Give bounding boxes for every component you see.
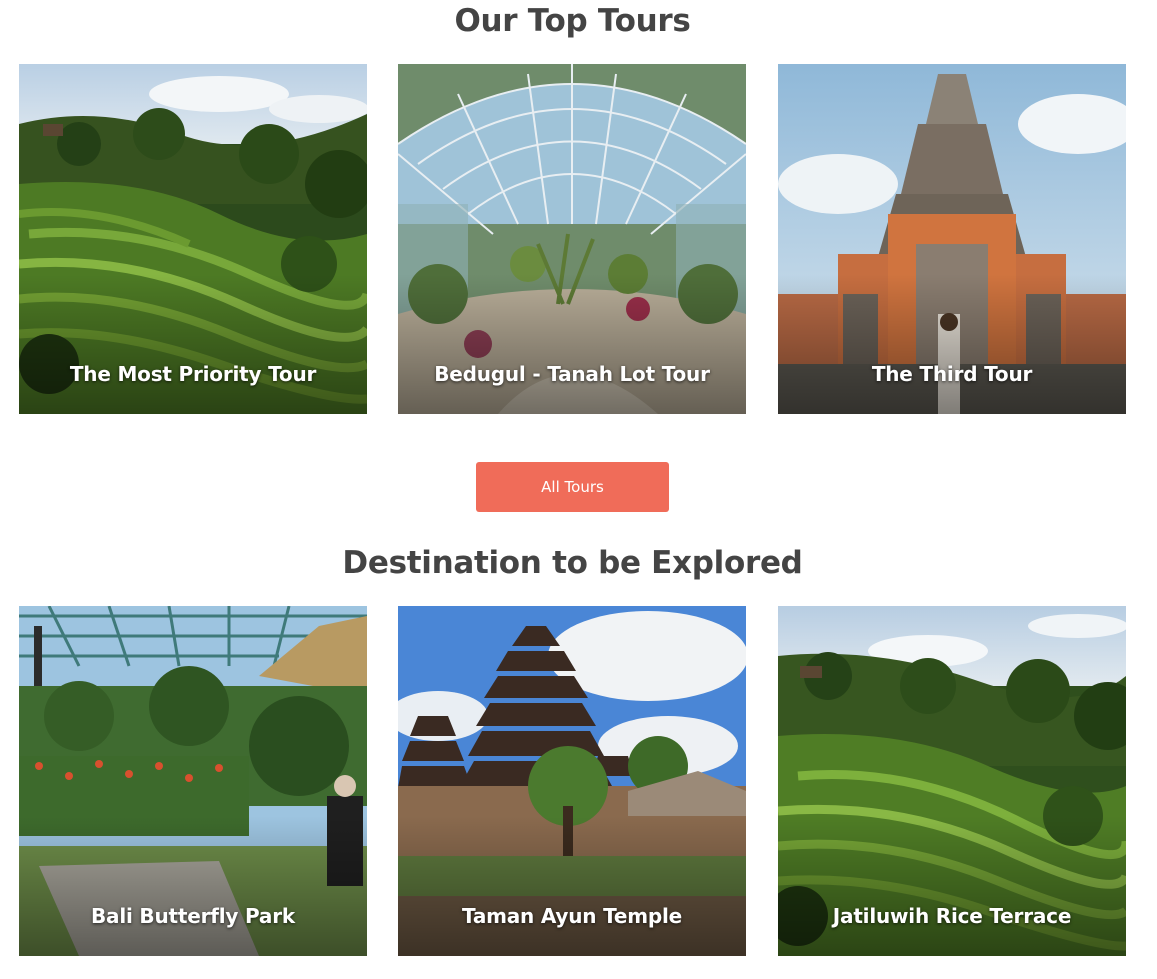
page: Our Top Tours The Most Priority Tour Bed… [0, 0, 1157, 979]
tour-card-title: The Third Tour [871, 362, 1033, 386]
destination-card-title: Taman Ayun Temple [461, 904, 683, 928]
caption-overlay [398, 816, 746, 956]
tour-card-title: Bedugul - Tanah Lot Tour [434, 362, 710, 386]
caption-overlay [778, 274, 1126, 414]
tour-card-title: The Most Priority Tour [69, 362, 317, 386]
tour-card-2[interactable]: Bedugul - Tanah Lot Tour [398, 64, 746, 414]
destination-card-title: Jatiluwih Rice Terrace [832, 904, 1072, 928]
destination-card-2[interactable]: Taman Ayun Temple [398, 606, 746, 956]
destination-card-title: Bali Butterfly Park [91, 904, 295, 928]
destination-card-1[interactable]: Bali Butterfly Park [19, 606, 367, 956]
all-tours-button[interactable]: All Tours [476, 462, 669, 512]
top-tours-heading: Our Top Tours [454, 3, 691, 39]
tour-card-3[interactable]: The Third Tour [778, 64, 1126, 414]
destination-card-3[interactable]: Jatiluwih Rice Terrace [778, 606, 1126, 956]
caption-overlay [19, 816, 367, 956]
caption-overlay [398, 274, 746, 414]
caption-overlay [778, 816, 1126, 956]
caption-overlay [19, 274, 367, 414]
tour-card-1[interactable]: The Most Priority Tour [19, 64, 367, 414]
destinations-heading: Destination to be Explored [342, 545, 803, 581]
